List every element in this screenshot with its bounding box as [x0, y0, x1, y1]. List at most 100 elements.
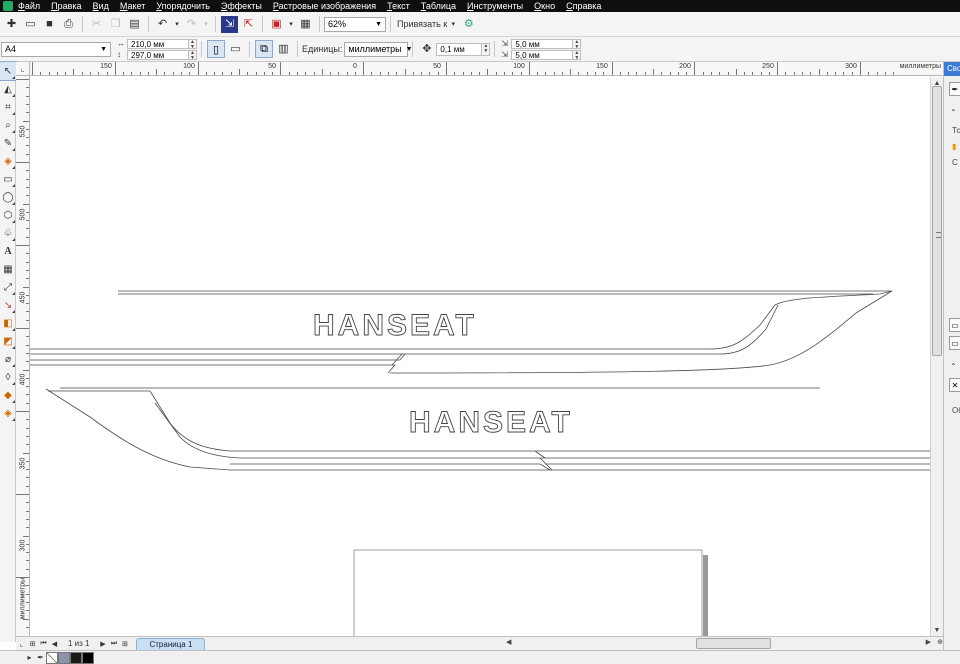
duplicate-x-spinner[interactable]: ▲ ▼	[573, 38, 582, 49]
duplicate-y-spinner[interactable]: ▲ ▼	[573, 49, 582, 60]
scroll-down-icon[interactable]: ▼	[931, 624, 943, 636]
welcome-screen-icon[interactable]: ▦	[297, 16, 314, 33]
launcher-dropdown-icon[interactable]: ▾	[287, 16, 295, 33]
nudge-spinner[interactable]: ▲ ▼	[482, 42, 491, 56]
page-tab[interactable]: Страница 1	[136, 637, 206, 650]
drawing-canvas[interactable]: HANSEAT HANSEAT	[30, 77, 930, 636]
current-page-button[interactable]: ▥	[275, 41, 292, 58]
page-border[interactable]	[353, 549, 708, 636]
menu-view[interactable]: Вид	[93, 1, 109, 11]
menu-effects[interactable]: Эффекты	[221, 1, 262, 11]
horizontal-ruler[interactable]: 150 100 50 0 50 100 150 200 250 300 милл…	[30, 62, 943, 76]
height-spinner[interactable]: ▲ ▼	[189, 49, 197, 60]
menu-layout[interactable]: Макет	[120, 1, 145, 11]
last-page-icon[interactable]: ⏭	[108, 638, 119, 650]
menu-table[interactable]: Таблица	[421, 1, 456, 11]
docker-button[interactable]: ▭	[949, 336, 960, 350]
menu-edit[interactable]: Правка	[51, 1, 81, 11]
first-page-icon[interactable]: ⏮	[38, 638, 49, 650]
color-swatch[interactable]	[58, 651, 70, 664]
next-page-icon[interactable]: ▶	[97, 638, 108, 650]
menu-text[interactable]: Текст	[387, 1, 410, 11]
cut-icon[interactable]: ✂	[88, 16, 105, 33]
no-color-swatch[interactable]	[46, 651, 58, 664]
vertical-scroll-thumb[interactable]	[932, 86, 942, 356]
paste-icon[interactable]: ▤	[126, 16, 143, 33]
open-folder-icon[interactable]: ▭	[22, 16, 39, 33]
add-page-before-icon[interactable]: ⊞	[27, 638, 38, 650]
zoom-tool-icon[interactable]: ⌕	[0, 116, 16, 134]
color-swatch[interactable]	[70, 651, 82, 664]
new-document-icon[interactable]: ✚	[3, 16, 20, 33]
snap-dropdown-icon[interactable]: ▾	[448, 16, 458, 33]
upper-hanseat-text[interactable]: HANSEAT	[313, 309, 477, 343]
text-tool-icon[interactable]: A	[0, 242, 16, 260]
crop-tool-icon[interactable]: ⌗	[0, 98, 16, 116]
menu-help[interactable]: Справка	[566, 1, 601, 11]
vertical-ruler[interactable]: 550 500 450 400 350 300 миллиметры	[16, 76, 30, 636]
options-icon[interactable]: ⚙	[460, 16, 477, 33]
navigator-icon[interactable]: ⊕	[937, 638, 943, 646]
redo-icon[interactable]: ↷	[183, 16, 200, 33]
duplicate-y-input[interactable]: 5,0 мм	[511, 49, 574, 60]
undo-dropdown-icon[interactable]: ▾	[173, 16, 181, 33]
color-swatch[interactable]	[82, 651, 94, 664]
docker-tab[interactable]: Свойства	[944, 62, 960, 76]
palette-arrow-icon[interactable]: ▸	[24, 652, 35, 664]
rectangle-tool-icon[interactable]: ▭	[0, 170, 16, 188]
fill-tool-icon[interactable]: ◆	[0, 386, 16, 404]
save-icon[interactable]: ■	[41, 16, 58, 33]
dimension-tool-icon[interactable]: ⤢	[0, 278, 16, 296]
undo-icon[interactable]: ↶	[154, 16, 171, 33]
page-width-input[interactable]: 210,0 мм	[127, 38, 189, 49]
blend-tool-icon[interactable]: ◧	[0, 314, 16, 332]
copy-icon[interactable]: ❐	[107, 16, 124, 33]
docker-button[interactable]: ▭	[949, 318, 960, 332]
export-icon[interactable]: ⇱	[240, 16, 257, 33]
ruler-origin-icon[interactable]: ⌞	[16, 62, 30, 76]
ellipse-tool-icon[interactable]: ◯	[0, 188, 16, 206]
add-page-after-icon[interactable]: ⊞	[119, 638, 130, 650]
menu-arrange[interactable]: Упорядочить	[156, 1, 210, 11]
import-icon[interactable]: ⇲	[221, 15, 238, 33]
width-spinner[interactable]: ▲ ▼	[189, 38, 197, 49]
table-tool-icon[interactable]: ▦	[0, 260, 16, 278]
lower-hanseat-text[interactable]: HANSEAT	[409, 406, 573, 440]
eyedropper-icon[interactable]: ✒	[35, 652, 46, 664]
menu-window[interactable]: Окно	[534, 1, 555, 11]
menu-file[interactable]: Файл	[18, 1, 40, 11]
docker-collapse-icon[interactable]: ⌃	[950, 362, 957, 371]
units-dropdown[interactable]: миллиметры ▼	[344, 41, 413, 57]
landscape-button[interactable]: ▭	[227, 41, 244, 58]
connector-tool-icon[interactable]: ↘	[0, 296, 16, 314]
basic-shapes-tool-icon[interactable]: ♧	[0, 224, 16, 242]
snap-to-button[interactable]: Привязать к	[397, 19, 447, 29]
docker-tool-icon[interactable]: ✒	[949, 82, 960, 96]
vertical-scrollbar[interactable]: ▲ ▼	[930, 77, 943, 636]
pick-tool-icon[interactable]: ↖	[0, 61, 17, 81]
application-launcher-icon[interactable]: ▣	[268, 16, 285, 33]
polygon-tool-icon[interactable]: ⬡	[0, 206, 16, 224]
outline-tool-icon[interactable]: ◊	[0, 368, 16, 386]
close-icon[interactable]: ✕	[949, 378, 960, 392]
shape-tool-icon[interactable]: ◭	[0, 80, 16, 98]
horizontal-scrollbar[interactable]: ◀ ▶ ⊕	[506, 638, 943, 649]
menu-bitmaps[interactable]: Растровые изображения	[273, 1, 376, 11]
docker-collapse-icon[interactable]: ⌃	[950, 108, 957, 117]
previous-page-icon[interactable]: ◀	[49, 638, 60, 650]
page-options-icon[interactable]: ⌞	[16, 638, 27, 650]
menu-tools[interactable]: Инструменты	[467, 1, 523, 11]
page-height-input[interactable]: 297,0 мм	[127, 49, 189, 60]
scroll-left-icon[interactable]: ◀	[506, 638, 511, 646]
scroll-right-icon[interactable]: ▶	[926, 638, 931, 646]
zoom-level-dropdown[interactable]: 62% ▼	[324, 16, 386, 32]
all-pages-button[interactable]: ⧉	[255, 40, 273, 58]
freehand-tool-icon[interactable]: ✎	[0, 134, 16, 152]
eyedropper-tool-icon[interactable]: ⌀	[0, 350, 16, 368]
redo-dropdown-icon[interactable]: ▾	[202, 16, 210, 33]
interactive-fill-tool-icon[interactable]: ◈	[0, 404, 16, 422]
portrait-button[interactable]: ▯	[207, 40, 225, 58]
print-icon[interactable]: ⎙	[60, 16, 77, 33]
smart-fill-tool-icon[interactable]: ◈	[0, 152, 16, 170]
horizontal-scroll-thumb[interactable]	[696, 638, 771, 649]
